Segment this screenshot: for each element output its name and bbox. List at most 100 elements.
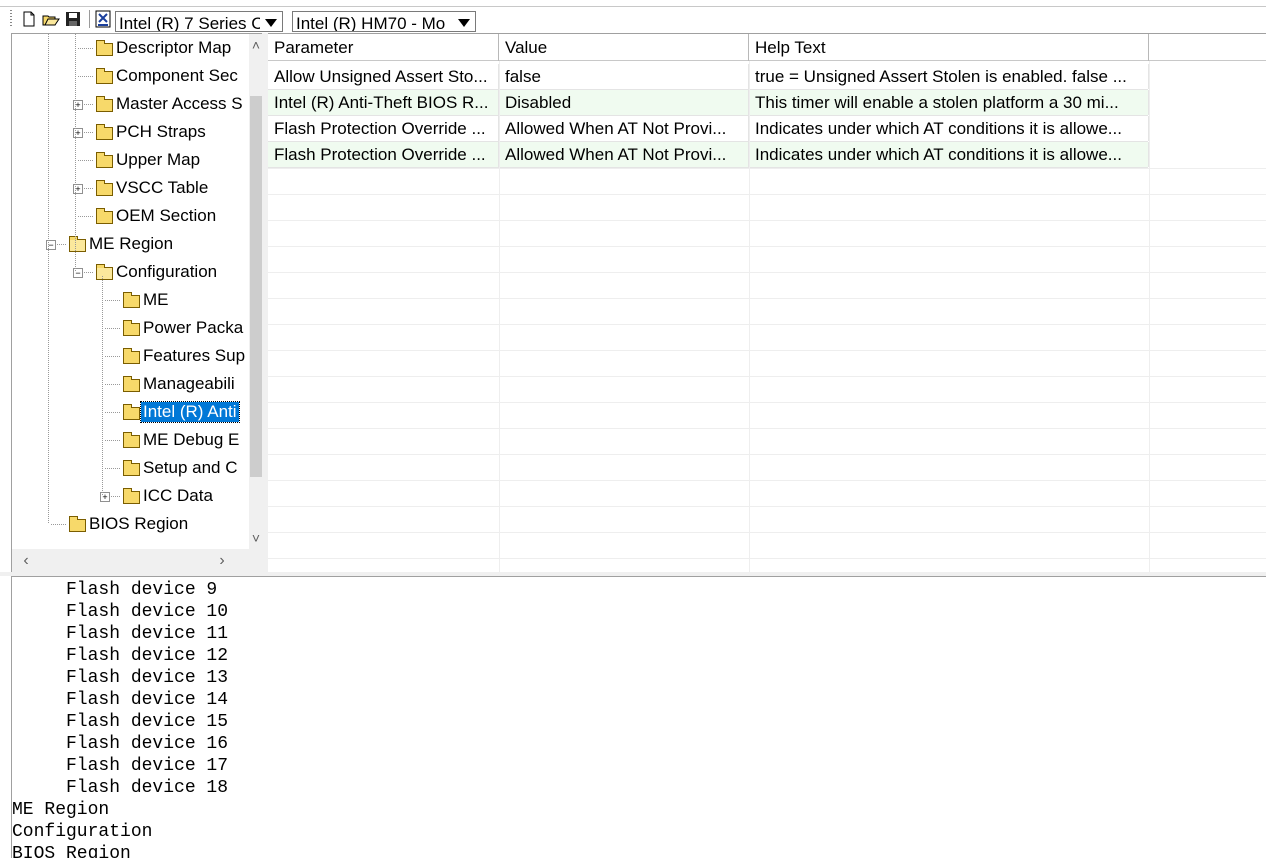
- tree-guide-line: [75, 34, 76, 272]
- tree-node-label[interactable]: BIOS Region: [87, 514, 190, 534]
- scroll-up-icon[interactable]: ˄: [249, 34, 263, 56]
- folder-icon: [123, 460, 140, 476]
- tree-horizontal-scrollbar[interactable]: ‹ ›: [12, 549, 263, 573]
- tree-node-label[interactable]: ME: [141, 290, 171, 310]
- folder-icon: [96, 96, 113, 112]
- grid-row-line: [268, 376, 1266, 377]
- log-line: Flash device 16: [12, 734, 229, 754]
- tree-vertical-scrollbar[interactable]: ˄ ˅: [249, 34, 263, 549]
- tree-node-label[interactable]: Intel (R) Anti: [140, 401, 240, 423]
- folder-icon: [69, 516, 86, 532]
- tree-node-label[interactable]: PCH Straps: [114, 122, 208, 142]
- config-tree[interactable]: Descriptor Map Component Sec + Master Acces…: [11, 33, 263, 573]
- tree-node-label[interactable]: Master Access S: [114, 94, 245, 114]
- cell-value[interactable]: Allowed When AT Not Provi...: [499, 116, 749, 141]
- tree-node-label[interactable]: Descriptor Map: [114, 38, 233, 58]
- chevron-down-icon[interactable]: [453, 12, 475, 31]
- tree-node-label[interactable]: ICC Data: [141, 486, 215, 506]
- grid-row-line: [268, 558, 1266, 559]
- toolbar: Intel (R) 7 Series C Intel (R) HM70 - Mo: [0, 0, 1266, 32]
- folder-icon: [123, 348, 140, 364]
- column-header-help-text[interactable]: Help Text: [749, 34, 1149, 61]
- folder-icon: [96, 208, 113, 224]
- scroll-right-icon[interactable]: ›: [212, 549, 232, 573]
- tree-connector: [105, 412, 121, 413]
- tree-node-label[interactable]: Configuration: [114, 262, 219, 282]
- cell-parameter[interactable]: Allow Unsigned Assert Sto...: [268, 64, 499, 89]
- grid-row-line: [268, 298, 1266, 299]
- cell-parameter[interactable]: Intel (R) Anti-Theft BIOS R...: [268, 90, 499, 115]
- log-line: Flash device 15: [12, 712, 229, 732]
- scrollbar-thumb[interactable]: [250, 96, 262, 477]
- tree-node-label[interactable]: ME Region: [87, 234, 175, 254]
- tree-node-label[interactable]: Manageabili: [141, 374, 237, 394]
- table-row[interactable]: Flash Protection Override ... Allowed Whe…: [268, 116, 1149, 142]
- grid-row-line: [268, 168, 1266, 169]
- grid-row-line: [268, 194, 1266, 195]
- new-file-icon[interactable]: [20, 10, 38, 28]
- log-line: Flash device 11: [12, 624, 229, 644]
- tree-node-label[interactable]: Power Packa: [141, 318, 245, 338]
- cell-help-text[interactable]: Indicates under which AT conditions it i…: [749, 142, 1149, 167]
- folder-icon: [123, 488, 140, 504]
- tree-node-label[interactable]: Component Sec: [114, 66, 240, 86]
- build-image-icon[interactable]: [94, 10, 112, 28]
- grid-row-line: [268, 220, 1266, 221]
- log-line: Flash device 17: [12, 756, 229, 776]
- tree-connector: [105, 384, 121, 385]
- tree-connector: [105, 300, 121, 301]
- output-log[interactable]: Flash device 9 Flash device 10 Flash dev…: [11, 576, 1266, 858]
- scroll-down-icon[interactable]: ˅: [249, 527, 263, 549]
- cell-value[interactable]: Disabled: [499, 90, 749, 115]
- tree-connector: [105, 328, 121, 329]
- tree-connector: [105, 356, 121, 357]
- tree-node-label[interactable]: Setup and C: [141, 458, 240, 478]
- log-line: Flash device 13: [12, 668, 229, 688]
- grid-header: Parameter Value Help Text: [268, 33, 1266, 61]
- toolbar-grip[interactable]: [10, 10, 12, 28]
- grid-row-line: [268, 324, 1266, 325]
- table-row[interactable]: Intel (R) Anti-Theft BIOS R... Disabled Th…: [268, 90, 1149, 116]
- cell-help-text[interactable]: Indicates under which AT conditions it i…: [749, 116, 1149, 141]
- cell-parameter[interactable]: Flash Protection Override ...: [268, 116, 499, 141]
- tree-node-label[interactable]: ME Debug E: [141, 430, 241, 450]
- tree-connector: [78, 48, 94, 49]
- folder-icon: [96, 152, 113, 168]
- log-line: BIOS Region: [12, 844, 131, 858]
- tree-node-label[interactable]: Upper Map: [114, 150, 202, 170]
- folder-open-icon: [96, 264, 113, 280]
- grid-column-line: [749, 61, 750, 572]
- tree-node-label[interactable]: Features Sup: [141, 346, 247, 366]
- tree-node-label[interactable]: OEM Section: [114, 206, 218, 226]
- cell-value[interactable]: Allowed When AT Not Provi...: [499, 142, 749, 167]
- log-line: Configuration: [12, 822, 153, 842]
- parameter-grid[interactable]: Parameter Value Help Text Allow Unsigned…: [268, 33, 1266, 572]
- folder-icon: [96, 124, 113, 140]
- tree-connector: [78, 160, 94, 161]
- grid-row-line: [268, 402, 1266, 403]
- chevron-down-icon[interactable]: [260, 12, 282, 31]
- save-icon[interactable]: [64, 10, 82, 28]
- chipset-select[interactable]: Intel (R) 7 Series C: [115, 11, 283, 32]
- scroll-left-icon[interactable]: ‹: [16, 549, 36, 573]
- cell-parameter[interactable]: Flash Protection Override ...: [268, 142, 499, 167]
- grid-row-line: [268, 272, 1266, 273]
- table-row[interactable]: Allow Unsigned Assert Sto... false true = …: [268, 64, 1149, 90]
- folder-icon: [123, 404, 140, 420]
- sku-select-value: Intel (R) HM70 - Mo: [296, 14, 446, 32]
- column-header-value[interactable]: Value: [499, 34, 749, 61]
- folder-icon: [123, 292, 140, 308]
- log-line: Flash device 10: [12, 602, 229, 622]
- column-header-parameter[interactable]: Parameter: [268, 34, 499, 61]
- tree-connector: [78, 216, 94, 217]
- sku-select[interactable]: Intel (R) HM70 - Mo: [292, 11, 476, 32]
- toolbar-separator: [89, 10, 90, 28]
- open-folder-icon[interactable]: [42, 10, 60, 28]
- table-row[interactable]: Flash Protection Override ... Allowed Whe…: [268, 142, 1149, 168]
- log-line: ME Region: [12, 800, 110, 820]
- tree-connector: [78, 76, 94, 77]
- cell-help-text[interactable]: This timer will enable a stolen platform…: [749, 90, 1149, 115]
- cell-value[interactable]: false: [499, 64, 749, 89]
- cell-help-text[interactable]: true = Unsigned Assert Stolen is enabled…: [749, 64, 1149, 89]
- tree-node-label[interactable]: VSCC Table: [114, 178, 210, 198]
